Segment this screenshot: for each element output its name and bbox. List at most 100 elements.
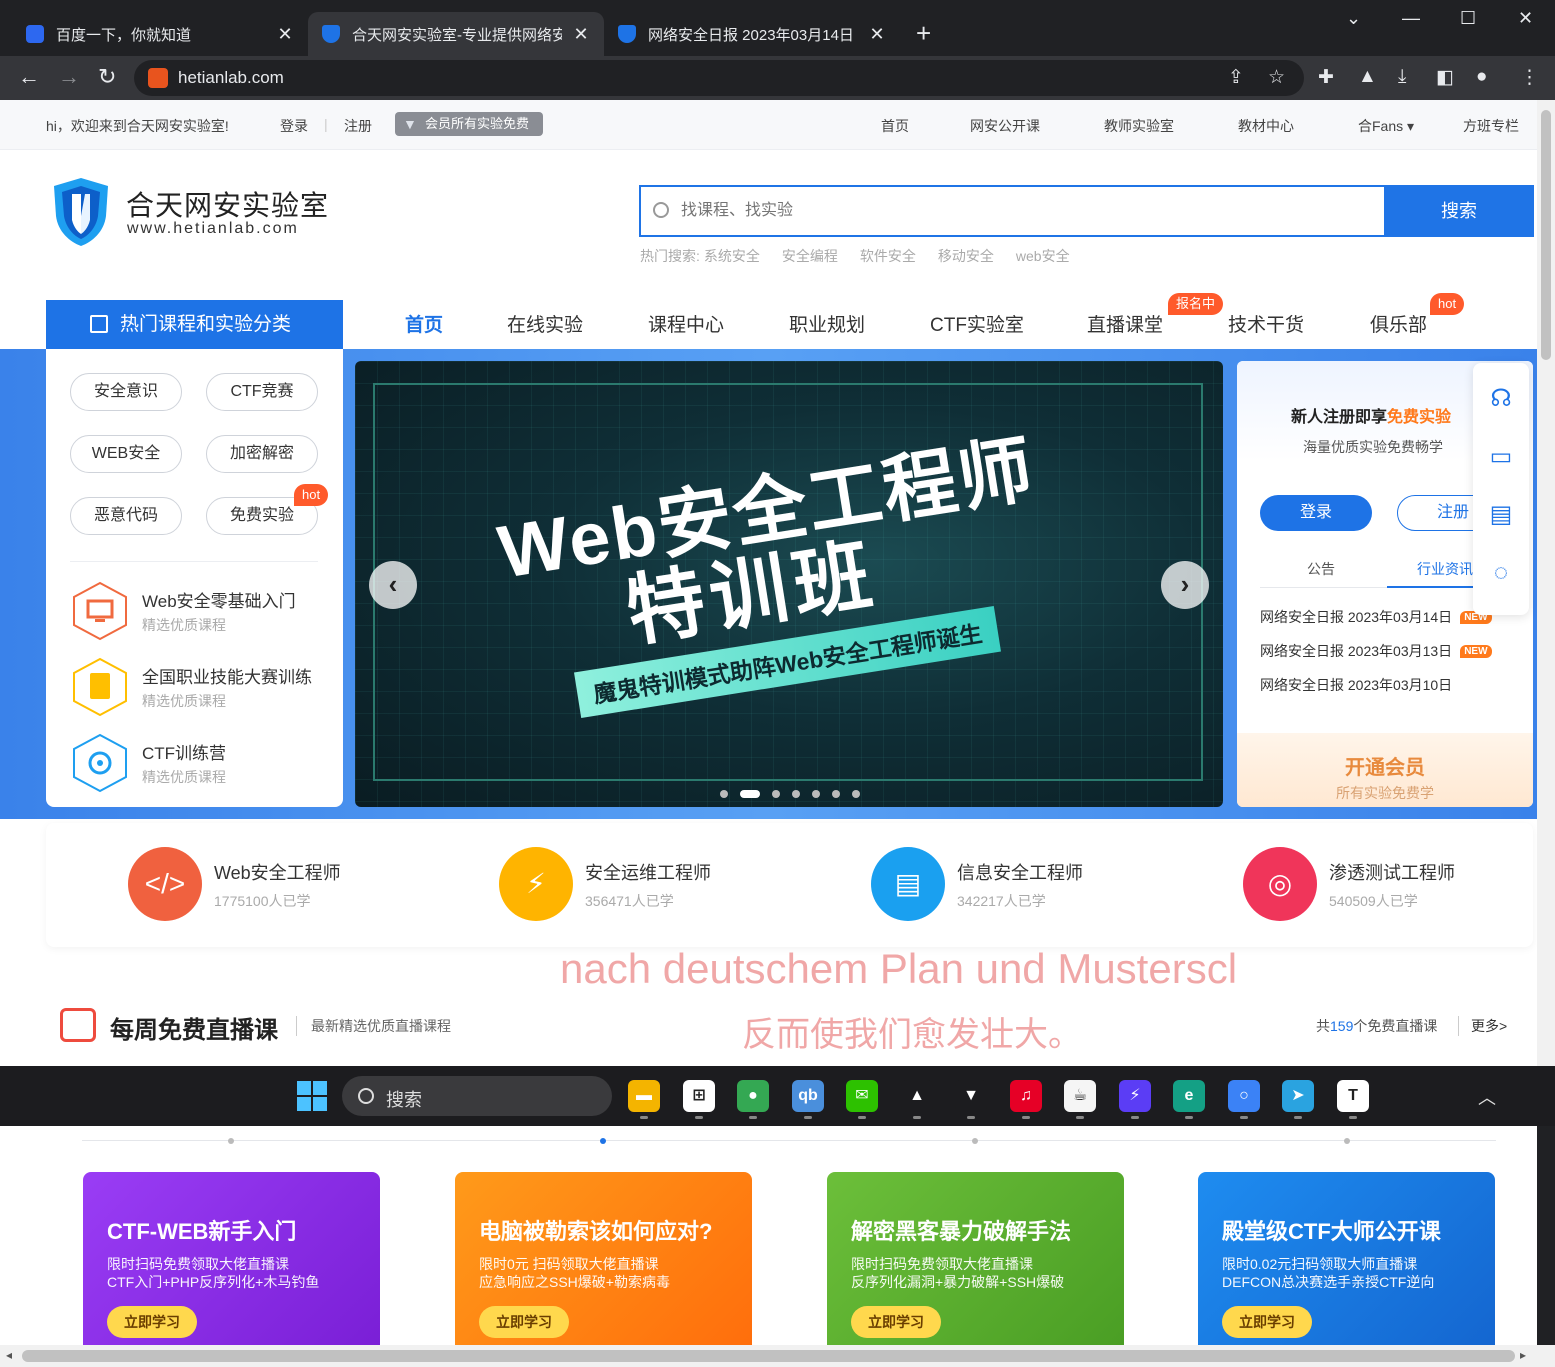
wechat-icon[interactable]: ✉	[846, 1080, 878, 1112]
close-window-button[interactable]: ✕	[1518, 8, 1533, 29]
vpn-icon[interactable]: ▼	[955, 1080, 987, 1112]
nav-club[interactable]: 俱乐部	[1370, 310, 1427, 337]
live-card[interactable]: CTF-WEB新手入门 限时扫码免费领取大佬直播课 CTF入门+PHP反序列化+…	[83, 1172, 380, 1345]
vip-free-badge[interactable]: 会员所有实验免费	[395, 112, 544, 136]
maximize-button[interactable]: ☐	[1460, 8, 1476, 29]
live-more-link[interactable]: 更多>	[1458, 1016, 1507, 1036]
live-card[interactable]: 解密黑客暴力破解手法 限时扫码免费领取大佬直播课 反序列化漏洞+暴力破解+SSH…	[827, 1172, 1124, 1345]
tab-security-daily[interactable]: 网络安全日报 2023年03月14日 - ✕	[604, 12, 900, 56]
wallet-icon[interactable]: ▭	[1487, 443, 1515, 471]
kebab-menu-icon[interactable]: ⋮	[1520, 66, 1539, 89]
nav-live[interactable]: 直播课堂	[1087, 310, 1163, 337]
learn-now-button[interactable]: 立即学习	[479, 1306, 569, 1338]
category-pill[interactable]: WEB安全	[70, 435, 182, 473]
nav-online-lab[interactable]: 在线实验	[507, 310, 583, 337]
windows-start-icon[interactable]	[297, 1081, 327, 1111]
address-bar[interactable]: hetianlab.com ⇪ ☆	[134, 60, 1304, 96]
toplink-textbook[interactable]: 教材中心	[1238, 116, 1294, 136]
side-panel-icon[interactable]: ◧	[1436, 66, 1454, 89]
tab-hetianlab[interactable]: 合天网安实验室-专业提供网络安 ✕	[308, 12, 604, 56]
hot-search-item[interactable]: web安全	[1016, 248, 1070, 264]
category-pill[interactable]: 恶意代码	[70, 497, 182, 535]
bookmark-star-icon[interactable]: ☆	[1268, 66, 1285, 89]
nav-course-center[interactable]: 课程中心	[648, 310, 724, 337]
toplink-hefans[interactable]: 合Fans ▾	[1358, 116, 1414, 136]
chrome-dev-icon[interactable]: ●	[737, 1080, 769, 1112]
news-item[interactable]: 网络安全日报 2023年03月10日	[1260, 675, 1452, 695]
chat-icon[interactable]: ◌	[1487, 559, 1515, 587]
taskbar-search[interactable]: 搜索	[342, 1076, 612, 1116]
carousel-dot[interactable]	[772, 789, 780, 798]
horizontal-scrollbar[interactable]: ◂ ▸	[0, 1345, 1555, 1367]
cat-icon[interactable]: ▲	[901, 1080, 933, 1112]
netease-music-icon[interactable]: ♫	[1010, 1080, 1042, 1112]
scroll-right-arrow-icon[interactable]: ▸	[1520, 1348, 1526, 1362]
toplink-home[interactable]: 首页	[881, 116, 909, 136]
share-icon[interactable]: ⇪	[1228, 66, 1244, 89]
course-title[interactable]: Web安全零基础入门	[142, 587, 296, 612]
carousel-dot[interactable]	[852, 789, 860, 798]
e-app-icon[interactable]: e	[1173, 1080, 1205, 1112]
carousel-dot[interactable]	[792, 789, 800, 798]
close-tab-icon[interactable]: ✕	[868, 24, 886, 45]
carousel-prev-button[interactable]: ‹	[369, 561, 417, 609]
hot-search-item[interactable]: 安全编程	[782, 248, 838, 264]
carousel-dot[interactable]	[812, 789, 820, 798]
course-title[interactable]: CTF训练营	[142, 739, 226, 764]
back-arrow-icon[interactable]: ←	[18, 64, 40, 90]
store-icon[interactable]: ⊞	[683, 1080, 715, 1112]
minimize-button[interactable]: —	[1402, 8, 1420, 29]
login-button[interactable]: 登录	[1260, 495, 1372, 531]
vertical-scrollbar-thumb[interactable]	[1541, 110, 1551, 360]
hetian-shield-logo-icon[interactable]	[52, 176, 110, 248]
typora-icon[interactable]: T	[1337, 1080, 1369, 1112]
top-register-link[interactable]: 注册	[344, 116, 372, 136]
extensions-puzzle-icon[interactable]: ✚	[1318, 66, 1334, 89]
close-tab-icon[interactable]: ✕	[276, 24, 294, 45]
news-item[interactable]: 网络安全日报 2023年03月13日 NEW	[1260, 641, 1492, 661]
search-input[interactable]	[681, 199, 1361, 223]
logo-title[interactable]: 合天网安实验室	[126, 184, 329, 224]
toplink-fangban[interactable]: 方班专栏	[1463, 116, 1519, 136]
download-icon[interactable]: ⤓	[1398, 66, 1406, 88]
search-button[interactable]: 搜索	[1384, 185, 1534, 237]
tray-chevron-up-icon[interactable]: ︿	[1478, 1084, 1496, 1110]
nav-home[interactable]: 首页	[405, 310, 443, 337]
horizontal-scrollbar-thumb[interactable]	[22, 1350, 1515, 1362]
toplink-teacher-lab[interactable]: 教师实验室	[1104, 116, 1174, 136]
browser-icon[interactable]: ○	[1228, 1080, 1260, 1112]
news-item[interactable]: 网络安全日报 2023年03月14日 NEW	[1260, 607, 1492, 627]
course-title[interactable]: 全国职业技能大赛训练	[142, 663, 312, 688]
tab-industry-news[interactable]: 行业资讯	[1417, 559, 1473, 579]
hot-search-item[interactable]: 系统安全	[704, 248, 760, 264]
hero-banner-carousel[interactable]: Web安全工程师 特训班 魔鬼特训模式助阵Web安全工程师诞生 ‹ ›	[355, 361, 1223, 807]
learn-now-button[interactable]: 立即学习	[851, 1306, 941, 1338]
tab-search-chevron-icon[interactable]: ⌄	[1346, 8, 1361, 29]
new-tab-button[interactable]: +	[916, 18, 931, 49]
carousel-dot[interactable]	[832, 789, 840, 798]
carousel-dot[interactable]	[720, 789, 728, 798]
profile-avatar-icon[interactable]: ●	[1476, 66, 1487, 88]
document-icon[interactable]: ▤	[1487, 501, 1515, 529]
file-explorer-icon[interactable]: ▬	[628, 1080, 660, 1112]
live-card[interactable]: 殿堂级CTF大师公开课 限时0.02元扫码领取大师直播课 DEFCON总决赛选手…	[1198, 1172, 1495, 1345]
headset-icon[interactable]: ☊	[1487, 385, 1515, 413]
learn-now-button[interactable]: 立即学习	[1222, 1306, 1312, 1338]
learn-now-button[interactable]: 立即学习	[107, 1306, 197, 1338]
live-card[interactable]: 电脑被勒索该如何应对? 限时0元 扫码领取大佬直播课 应急响应之SSH爆破+勒索…	[455, 1172, 752, 1345]
tab-baidu[interactable]: 百度一下，你就知道 ✕	[12, 12, 308, 56]
hot-search-item[interactable]: 软件安全	[860, 248, 916, 264]
hot-search-item[interactable]: 移动安全	[938, 248, 994, 264]
java-icon[interactable]: ☕	[1064, 1080, 1096, 1112]
qbittorrent-icon[interactable]: qb	[792, 1080, 824, 1112]
nav-ctf-lab[interactable]: CTF实验室	[930, 310, 1024, 337]
telegram-icon[interactable]: ➤	[1282, 1080, 1314, 1112]
tab-announcements[interactable]: 公告	[1307, 559, 1335, 579]
category-pill[interactable]: CTF竞赛	[206, 373, 318, 411]
category-pill[interactable]: 加密解密	[206, 435, 318, 473]
nav-tech-articles[interactable]: 技术干货	[1228, 310, 1304, 337]
close-tab-icon[interactable]: ✕	[572, 24, 590, 45]
forward-arrow-icon[interactable]: →	[58, 64, 80, 90]
scroll-left-arrow-icon[interactable]: ◂	[6, 1348, 12, 1362]
vip-promo[interactable]: 开通会员 所有实验免费学	[1237, 733, 1533, 807]
